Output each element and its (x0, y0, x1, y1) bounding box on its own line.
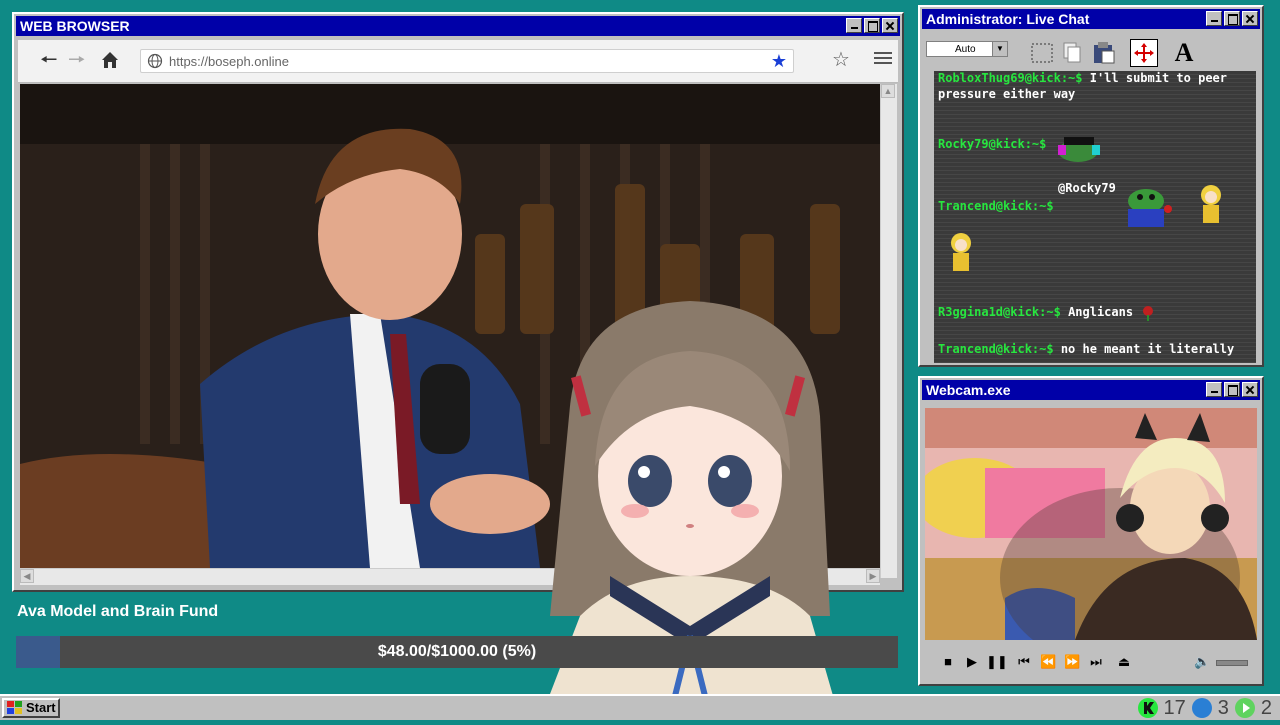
maximize-button[interactable] (1224, 382, 1240, 397)
volume-slider[interactable] (1216, 660, 1248, 666)
fund-progress-bar: $48.00/$1000.00 (5%) (16, 636, 898, 668)
chat-title: Administrator: Live Chat (926, 11, 1090, 27)
chat-text: no he meant it literally (1060, 342, 1235, 356)
chat-message: Trancend@kick:~$ (938, 199, 1054, 214)
chat-text: Anglicans (1068, 305, 1134, 319)
move-icon[interactable] (1130, 39, 1158, 67)
fast-forward-icon[interactable]: ⏩ (1064, 654, 1080, 670)
skip-forward-icon[interactable]: ⏭ (1088, 654, 1104, 670)
fund-title: Ava Model and Brain Fund (17, 603, 219, 620)
rose-emote-icon (1140, 305, 1156, 321)
font-size-value: Auto (955, 44, 976, 55)
close-button[interactable] (1242, 382, 1258, 397)
pepe-emote-icon (1124, 187, 1172, 227)
chat-message: RobloxThug69@kick:~$ I'll submit to peer (938, 71, 1227, 86)
close-button[interactable] (1242, 11, 1258, 26)
maximize-button[interactable] (1224, 11, 1240, 26)
bookmark-star-icon[interactable]: ★ (771, 52, 787, 70)
chat-toolbar: Auto ▼ A (924, 31, 1258, 71)
forward-arrow-icon[interactable]: 🠖 (68, 50, 86, 70)
chat-message: Trancend@kick:~$ no he meant it literall… (938, 342, 1234, 357)
moon-count: 3 (1217, 696, 1229, 719)
vertical-scrollbar[interactable]: ▲ (880, 84, 897, 578)
moon-icon[interactable] (1191, 698, 1212, 718)
address-bar[interactable]: https://boseph.online ★ (140, 49, 794, 73)
fund-amount: $48.00/$1000.00 (5%) (377, 643, 537, 660)
chat-titlebar[interactable]: Administrator: Live Chat (922, 9, 1260, 29)
kick-count: 17 (1163, 696, 1186, 719)
webcam-title: Webcam.exe (926, 382, 1011, 398)
minimize-button[interactable] (1206, 382, 1222, 397)
system-tray: 17 3 2 (1137, 696, 1272, 720)
minimize-button[interactable] (846, 18, 862, 33)
minimize-button[interactable] (1206, 11, 1222, 26)
scroll-up-icon[interactable]: ▲ (881, 84, 895, 98)
chat-username[interactable]: R3ggina1d@kick:~$ (938, 305, 1061, 319)
chat-mention: @Rocky79 (1058, 181, 1116, 195)
browser-titlebar[interactable]: WEB BROWSER (16, 16, 900, 36)
frog-emote-icon (1056, 129, 1102, 163)
webcam-feed[interactable] (925, 408, 1257, 640)
chevron-down-icon: ▼ (992, 42, 1007, 56)
webcam-window: Webcam.exe ■ ▶ ❚❚ ⏮ ⏪ ⏩ ⏭ ⏏ 🔈 (918, 376, 1264, 686)
play-icon[interactable]: ▶ (964, 654, 980, 670)
eject-icon[interactable]: ⏏ (1116, 654, 1132, 670)
stop-icon[interactable]: ■ (940, 654, 956, 670)
paste-icon[interactable] (1090, 39, 1118, 67)
back-arrow-icon[interactable]: 🠔 (40, 50, 58, 70)
close-button[interactable] (882, 18, 898, 33)
font-icon[interactable]: A (1170, 39, 1198, 67)
chat-username[interactable]: RobloxThug69@kick:~$ (938, 71, 1083, 85)
skip-back-icon[interactable]: ⏮ (1016, 654, 1032, 670)
scroll-left-icon[interactable]: ◀ (20, 569, 34, 583)
url-text: https://boseph.online (169, 54, 289, 69)
chat-log[interactable]: RobloxThug69@kick:~$ I'll submit to peer… (934, 71, 1256, 363)
media-player-controls: ■ ▶ ❚❚ ⏮ ⏪ ⏩ ⏭ ⏏ 🔈 (924, 644, 1258, 680)
select-rect-icon[interactable] (1028, 39, 1056, 67)
home-icon[interactable] (100, 50, 120, 74)
pause-icon[interactable]: ❚❚ (986, 654, 1008, 670)
browser-title: WEB BROWSER (20, 18, 130, 34)
font-size-select[interactable]: Auto ▼ (926, 41, 1008, 57)
chat-message: R3ggina1d@kick:~$ Anglicans (938, 305, 1133, 320)
chat-text: pressure either way (938, 87, 1076, 101)
star-outline-icon[interactable]: ☆ (832, 50, 850, 70)
start-label: Start (26, 700, 56, 715)
taskbar: Start 17 3 2 (0, 694, 1280, 720)
play-circle-icon[interactable] (1234, 698, 1255, 718)
chat-text: I'll submit to peer (1089, 71, 1228, 85)
scroll-right-icon[interactable]: ▶ (866, 569, 880, 583)
anime-girl-emote-icon (1196, 183, 1226, 229)
chat-window: Administrator: Live Chat Auto ▼ A Roblox… (918, 5, 1264, 367)
chat-message: Rocky79@kick:~$ (938, 137, 1046, 152)
webcam-titlebar[interactable]: Webcam.exe (922, 380, 1260, 400)
browser-navbar: 🠔 🠖 https://boseph.online ★ ☆ (18, 40, 898, 83)
globe-icon (147, 53, 163, 74)
menu-icon[interactable] (874, 50, 892, 70)
start-button[interactable]: Start (2, 698, 60, 718)
chat-message: pressure either way (938, 87, 1075, 102)
chat-username[interactable]: Rocky79@kick:~$ (938, 137, 1046, 151)
chat-username[interactable]: Trancend@kick:~$ (938, 199, 1054, 213)
volume-icon[interactable]: 🔈 (1194, 654, 1210, 670)
copy-icon[interactable] (1058, 39, 1086, 67)
anime-girl-emote-icon (946, 231, 976, 277)
webcam-image (925, 408, 1257, 640)
windows-logo-icon (7, 701, 23, 719)
maximize-button[interactable] (864, 18, 880, 33)
kick-icon[interactable] (1137, 698, 1158, 718)
chat-username[interactable]: Trancend@kick:~$ (938, 342, 1054, 356)
rewind-icon[interactable]: ⏪ (1040, 654, 1056, 670)
play-count: 2 (1260, 696, 1272, 719)
chat-message: @Rocky79 (1058, 181, 1116, 196)
